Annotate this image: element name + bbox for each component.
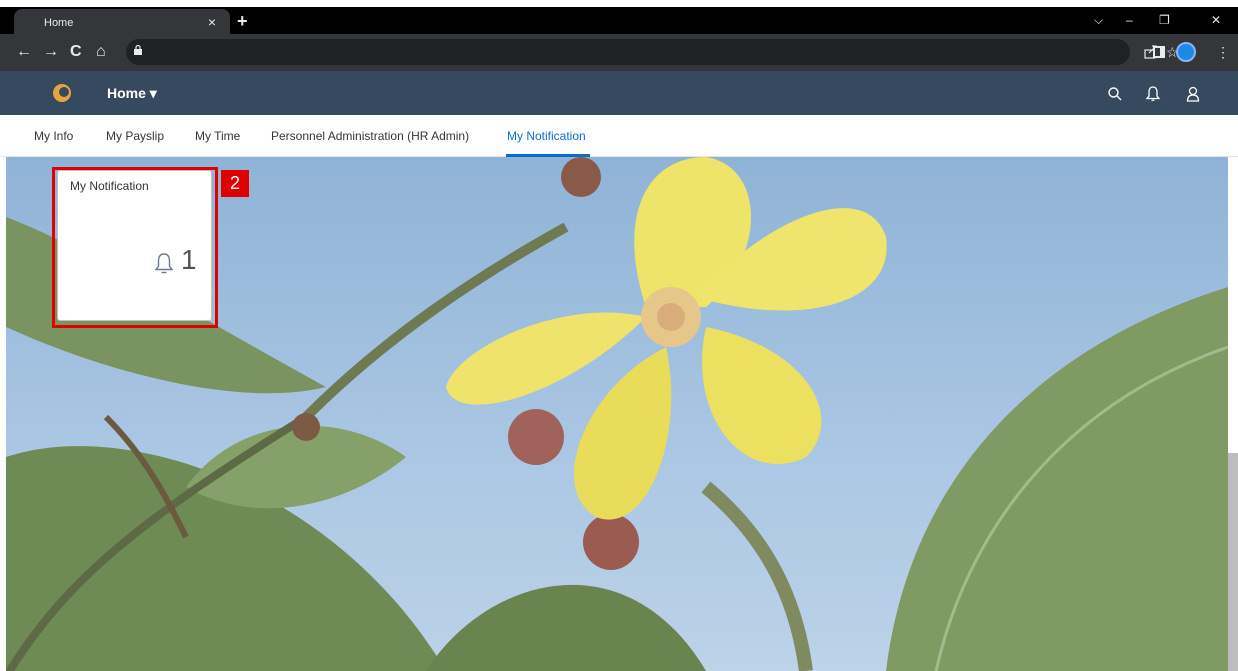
shell-title-text: Home [107, 85, 146, 101]
tile-title: My Notification [70, 179, 149, 193]
browser-tab-home[interactable]: Home × [14, 9, 230, 37]
back-button[interactable]: ← [16, 43, 32, 61]
top-edge [0, 0, 1238, 7]
side-panel-icon[interactable] [1152, 45, 1166, 59]
browser-tab-strip: Home × + ⌵ – ❐ ✕ [0, 0, 1238, 37]
bell-icon[interactable] [1144, 85, 1162, 103]
browser-tab-title: Home [44, 17, 74, 29]
shell-title[interactable]: Home ▾ [107, 85, 157, 102]
leaf-bottom-center [426, 584, 706, 671]
tab-personnel-administration[interactable]: Personnel Administration (HR Admin) [271, 129, 469, 143]
tab-my-info[interactable]: My Info [34, 129, 73, 143]
new-tab-button[interactable]: + [237, 12, 248, 30]
forward-button[interactable]: → [43, 43, 59, 61]
browser-menu-icon[interactable]: ⋮ [1216, 43, 1230, 61]
page-tab-bar: My Info My Payslip My Time Personnel Adm… [0, 115, 1238, 157]
minimize-button[interactable]: – [1126, 14, 1133, 26]
restore-button[interactable]: ❐ [1159, 14, 1170, 26]
leaf-right [886, 287, 1228, 671]
home-button[interactable]: ⌂ [96, 43, 106, 61]
bell-icon [154, 253, 174, 274]
notification-count: 1 [181, 244, 197, 275]
reload-button[interactable]: C [70, 43, 82, 61]
lock-icon [134, 45, 142, 55]
my-notification-tile[interactable]: My Notification 1 [57, 170, 212, 321]
address-bar[interactable] [126, 39, 1130, 65]
close-window-button[interactable]: ✕ [1211, 14, 1221, 26]
step-badge: 2 [221, 170, 249, 197]
tab-close-icon[interactable]: × [208, 14, 216, 30]
search-icon[interactable] [1106, 85, 1124, 103]
tab-search-icon[interactable]: ⌵ [1094, 14, 1103, 26]
scrollbar-thumb[interactable] [1228, 453, 1238, 671]
profile-avatar[interactable] [1176, 42, 1196, 62]
user-icon[interactable] [1184, 85, 1202, 103]
company-logo[interactable] [53, 84, 71, 102]
tab-my-time[interactable]: My Time [195, 129, 240, 143]
tab-my-notification[interactable]: My Notification [507, 129, 586, 143]
chevron-down-icon: ▾ [149, 85, 157, 101]
browser-toolbar: ← → C ⌂ ☆ ⋮ [0, 34, 1238, 71]
tab-my-payslip[interactable]: My Payslip [106, 129, 164, 143]
shell-bar: Home ▾ [0, 71, 1238, 115]
